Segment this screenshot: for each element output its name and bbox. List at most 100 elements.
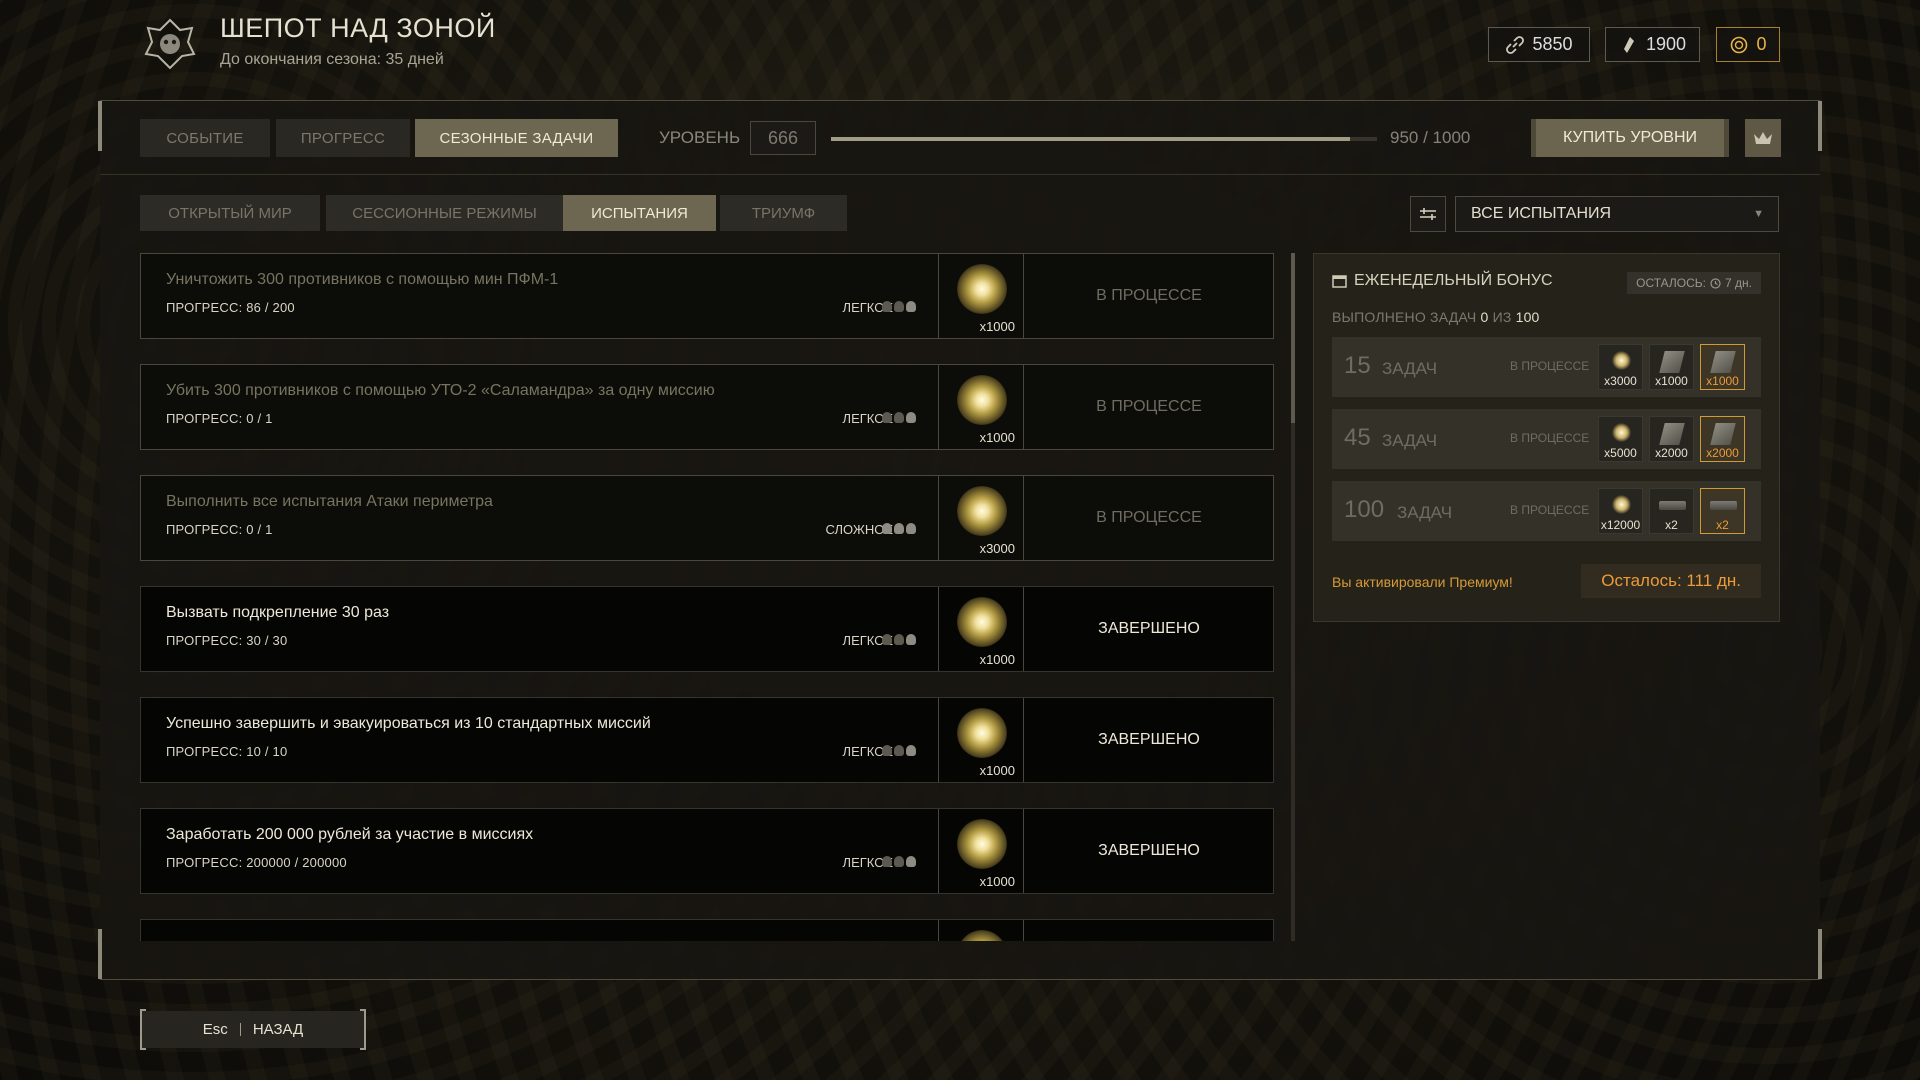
bracket-decoration [140,1009,146,1050]
buy-levels-button[interactable]: КУПИТЬ УРОВНИ [1531,119,1729,157]
task-row[interactable]: Выполнить все испытания Атаки периметра … [140,475,1274,561]
time-left-value: 7 дн. [1725,276,1752,290]
reward-quantity: x1000 [979,319,1015,334]
currency-crystal: 1900 [1605,27,1700,62]
task-progress: ПРОГРЕСС: 86 / 200 [166,300,295,315]
task-reward: x1000 [938,809,1024,893]
xp-orb-icon [957,930,1007,941]
premium-crown-button[interactable] [1745,119,1781,157]
subtab-open-world[interactable]: ОТКРЫТЫЙ МИР [140,195,320,231]
task-name: Успешно завершить и эвакуироваться из 10… [166,715,651,732]
level-progress-bar [831,137,1377,141]
currency-coin-value: 0 [1756,34,1767,54]
skull-icon [894,523,904,534]
task-name: Убить 300 противников с помощью УТО-2 «С… [166,382,715,399]
subtab-session-modes[interactable]: СЕССИОННЫЕ РЕЖИМЫ [326,195,563,231]
top-bar: СОБЫТИЕ ПРОГРЕСС СЕЗОННЫЕ ЗАДАЧИ УРОВЕНЬ… [100,101,1820,175]
reward-quantity: x1000 [979,430,1015,445]
task-list-scrollbar[interactable] [1291,253,1295,941]
task-name: Вызвать подкрепление 30 раз [166,604,390,621]
task-progress: ПРОГРЕСС: 0 / 1 [166,522,273,537]
reward-quantity: x2 [1665,518,1678,532]
task-reward: x3000 [938,476,1024,560]
skull-icon [906,412,916,423]
skull-icon [882,523,892,534]
reward-quantity: x2 [1716,518,1729,532]
bonus-tier: 45 ЗАДАЧ В ПРОЦЕССЕ x5000 x2000 x2000 [1332,409,1761,469]
tier-reward-slot: x2000 [1649,416,1694,462]
tier-reward-slot: x2 [1649,488,1694,534]
tier-reward-slot-premium: x2 [1700,488,1745,534]
reward-quantity: x1000 [979,652,1015,667]
reward-quantity: x1000 [1655,374,1688,388]
challenge-filter-select[interactable]: ВСЕ ИСПЫТАНИЯ ▼ [1455,196,1779,232]
frame-corner [1818,929,1822,979]
tier-label: ЗАДАЧ [1382,431,1438,450]
challenge-filter-value: ВСЕ ИСПЫТАНИЯ [1471,205,1612,222]
difficulty-skulls [882,745,916,756]
season-emblem-icon [144,18,196,70]
crystal-icon [1623,36,1634,53]
xp-orb-icon [957,264,1007,314]
ration-card-icon [1659,351,1685,373]
weapon-icon [1659,501,1686,510]
tab-progress[interactable]: ПРОГРЕСС [276,119,410,157]
skull-icon [894,745,904,756]
skull-icon [894,301,904,312]
weekly-bonus-title: ЕЖЕНЕДЕЛЬНЫЙ БОНУС [1332,272,1553,290]
skull-icon [894,412,904,423]
task-name: Выполнить все испытания Атаки периметра [166,493,493,510]
difficulty-skulls [882,856,916,867]
task-row[interactable]: Успешно завершить и эвакуироваться из 10… [140,697,1274,783]
reward-quantity: x2000 [1706,446,1739,460]
tab-season-tasks[interactable]: СЕЗОННЫЕ ЗАДАЧИ [415,119,618,157]
task-row[interactable]: Уничтожить 300 противников с помощью мин… [140,253,1274,339]
reward-quantity: x5000 [1604,446,1637,460]
weekly-bonus-time-left: ОСТАЛОСЬ: 7 дн. [1627,272,1761,294]
tier-reward-slot-premium: x1000 [1700,344,1745,390]
filter-settings-button[interactable] [1410,196,1446,232]
reward-quantity: x12000 [1600,518,1641,532]
ration-card-icon [1710,351,1736,373]
subtab-triumph[interactable]: ТРИУМФ [720,195,847,231]
task-row[interactable]: Вызвать подкрепление 30 раз ПРОГРЕСС: 30… [140,586,1274,672]
tab-event[interactable]: СОБЫТИЕ [140,119,270,157]
currency-crystal-value: 1900 [1645,34,1687,54]
task-progress: ПРОГРЕСС: 10 / 10 [166,744,288,759]
xp-orb-icon [957,375,1007,425]
back-key-hint: Esc [202,1021,228,1038]
currency-chain-value: 5850 [1532,34,1573,54]
skull-icon [906,523,916,534]
page-title: ШЕПОТ НАД ЗОНОЙ [220,13,496,43]
weapon-icon [1710,501,1737,510]
task-progress: ПРОГРЕСС: 30 / 30 [166,633,288,648]
sliders-icon [1420,208,1436,220]
task-row[interactable]: Убить 300 противников с помощью УТО-2 «С… [140,364,1274,450]
weekly-bonus-panel: ЕЖЕНЕДЕЛЬНЫЙ БОНУС ОСТАЛОСЬ: 7 дн. ВЫПОЛ… [1313,253,1780,622]
tier-count: 100 [1344,496,1385,523]
level-label: УРОВЕНЬ [659,128,741,147]
subtab-challenges[interactable]: ИСПЫТАНИЯ [563,195,716,231]
reward-quantity: x3000 [1604,374,1637,388]
difficulty-skulls [882,412,916,423]
task-row-partial[interactable] [140,919,1274,941]
season-countdown: До окончания сезона: 35 дней [220,51,444,68]
separator [239,1023,241,1036]
tasks-completed-prefix: ВЫПОЛНЕНО ЗАДАЧ [1332,309,1477,325]
chain-icon [1506,35,1525,54]
frame-corner [98,929,102,979]
task-reward: x1000 [938,698,1024,782]
weekly-bonus-title-text: ЕЖЕНЕДЕЛЬНЫЙ БОНУС [1354,272,1553,289]
calendar-icon [1332,275,1347,288]
scrollbar-thumb[interactable] [1291,253,1295,423]
task-row[interactable]: Заработать 200 000 рублей за участие в м… [140,808,1274,894]
reward-quantity: x2000 [1655,446,1688,460]
tier-status: В ПРОЦЕССЕ [1510,359,1590,373]
tasks-completed-text: ВЫПОЛНЕНО ЗАДАЧ 0 ИЗ 100 [1332,309,1540,325]
bonus-tier: 100 ЗАДАЧ В ПРОЦЕССЕ x12000 x2 x2 [1332,481,1761,541]
currency-chain: 5850 [1488,27,1590,62]
header: ШЕПОТ НАД ЗОНОЙ До окончания сезона: 35 … [100,0,1820,100]
tier-status: В ПРОЦЕССЕ [1510,431,1590,445]
back-button[interactable]: Esc НАЗАД [140,1009,366,1050]
currency-coin: 0 [1716,27,1780,62]
